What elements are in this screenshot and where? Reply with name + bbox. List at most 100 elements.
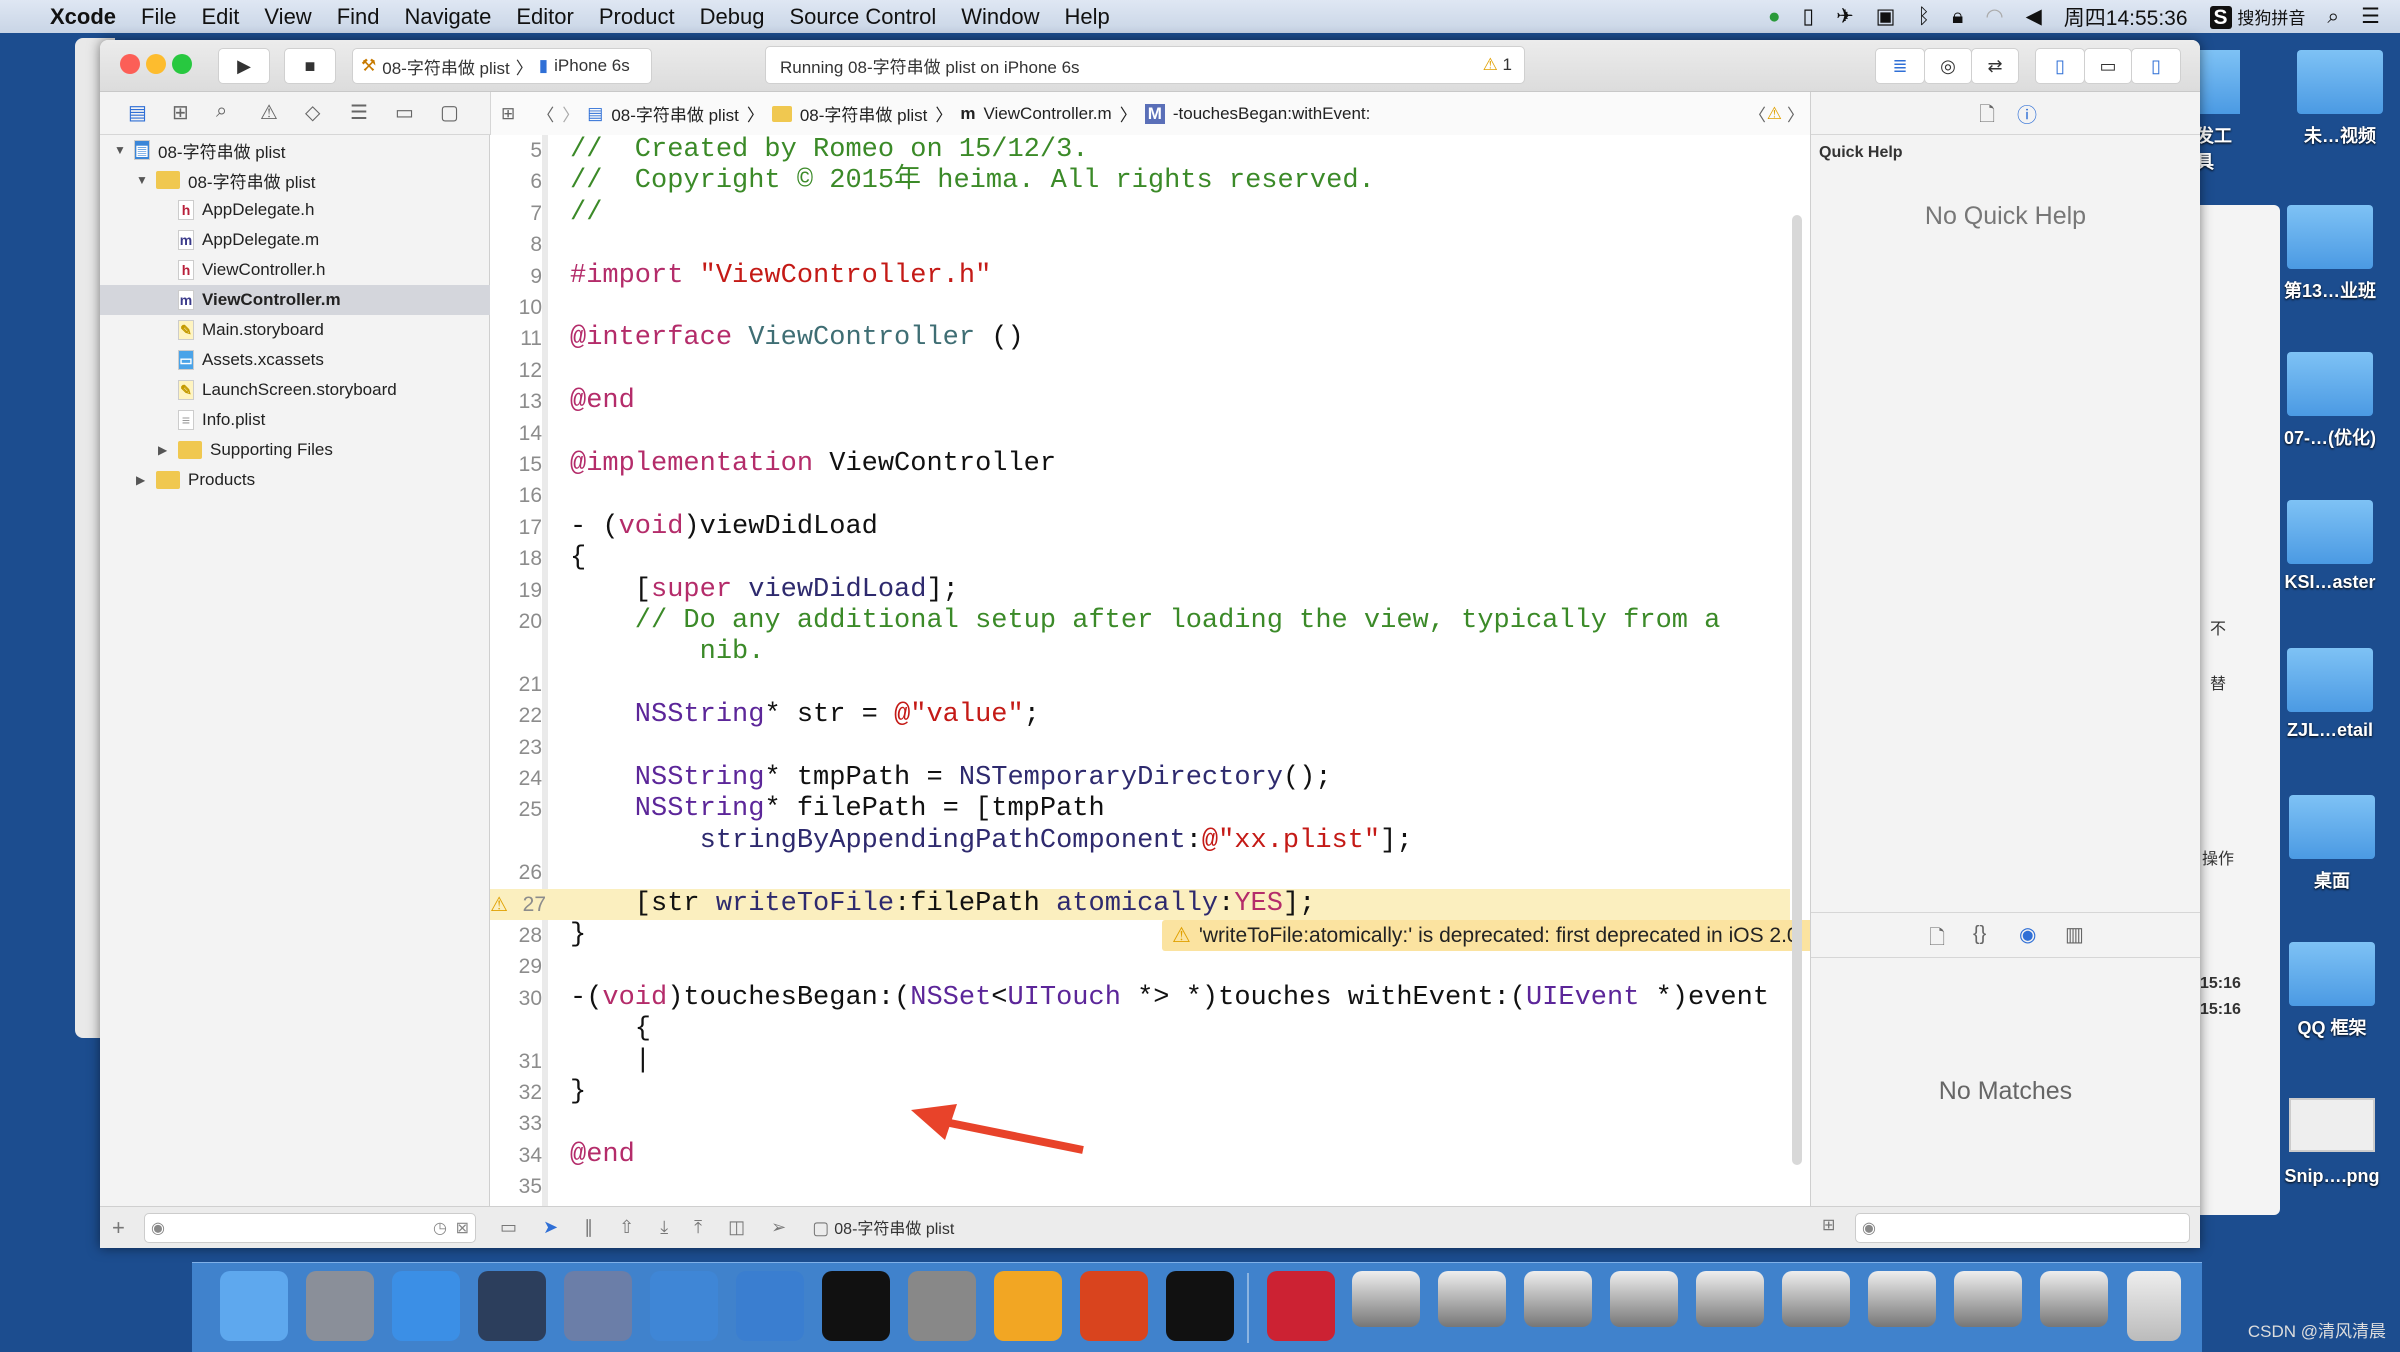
jump-bar-item[interactable]: ViewController.m: [984, 104, 1112, 124]
forward-button[interactable]: 〉: [562, 101, 579, 126]
navigator-item[interactable]: m ViewController.m: [100, 285, 490, 315]
navigator-item[interactable]: ▶ Products: [100, 465, 490, 495]
navigator-item[interactable]: ✎ Main.storyboard: [100, 315, 490, 345]
minimized-window-dock-icon[interactable]: [1438, 1271, 1506, 1327]
safari-dock-icon[interactable]: [392, 1271, 460, 1341]
trash-dock-icon[interactable]: [2127, 1271, 2181, 1341]
code-line[interactable]: 34 @end: [490, 1140, 1790, 1171]
previous-issue-button[interactable]: 〈: [1749, 101, 1766, 126]
code-line[interactable]: 31 |: [490, 1046, 1790, 1077]
file-template-library-icon[interactable]: 🗋︎: [1929, 923, 1945, 957]
code-line[interactable]: 25 NSString* filePath = [tmpPath: [490, 794, 1790, 825]
toggle-utilities-button[interactable]: ▯: [2131, 48, 2181, 84]
hide-debug-area-icon[interactable]: ▭: [500, 1217, 517, 1238]
desktop-item[interactable]: 未…视频: [2280, 50, 2400, 148]
close-button[interactable]: [120, 54, 140, 74]
bluetooth-icon[interactable]: ᛒ: [1918, 5, 1931, 29]
test-navigator-icon[interactable]: ◇: [305, 100, 320, 125]
code-line[interactable]: 9 #import "ViewController.h": [490, 261, 1790, 292]
desktop-item[interactable]: ZJL…etail: [2270, 648, 2390, 741]
minimize-button[interactable]: [146, 54, 166, 74]
battery-icon[interactable]: ▯: [1803, 4, 1815, 29]
code-line[interactable]: 28}: [490, 920, 1790, 951]
code-line[interactable]: nib.: [490, 637, 1790, 668]
recent-files-icon[interactable]: ◷: [433, 1218, 447, 1238]
step-into-icon[interactable]: ⤓: [660, 1217, 668, 1238]
version-editor-button[interactable]: ⇄: [1971, 48, 2019, 84]
object-library-icon[interactable]: ◉: [2019, 922, 2036, 947]
warning-icon[interactable]: ⚠: [1767, 104, 1782, 124]
launchpad-dock-icon[interactable]: [306, 1271, 374, 1341]
code-line[interactable]: 15 @implementation ViewController: [490, 449, 1790, 480]
navigator-item[interactable]: ✎ LaunchScreen.storyboard: [100, 375, 490, 405]
code-line[interactable]: 11 @interface ViewController (): [490, 323, 1790, 354]
back-button[interactable]: 〈: [537, 101, 554, 126]
disclosure-triangle-icon[interactable]: ▶: [136, 473, 148, 487]
jump-bar-item[interactable]: -touchesBegan:withEvent:: [1173, 104, 1371, 124]
report-navigator-icon[interactable]: ▢: [440, 100, 459, 125]
code-line[interactable]: 16: [490, 480, 1790, 511]
toggle-debug-area-button[interactable]: ▭: [2084, 48, 2132, 84]
menu-app[interactable]: Xcode: [50, 4, 116, 30]
scm-status-icon[interactable]: ⊠: [456, 1218, 469, 1238]
menu-debug[interactable]: Debug: [700, 4, 765, 30]
menu-product[interactable]: Product: [599, 4, 675, 30]
instruments-dock-icon[interactable]: [736, 1271, 804, 1341]
code-line[interactable]: 10: [490, 292, 1790, 323]
navigator-item[interactable]: ▼ ▤ 08-字符串做 plist: [100, 135, 490, 165]
navigator-item[interactable]: m AppDelegate.m: [100, 225, 490, 255]
stop-button[interactable]: ■: [284, 48, 336, 84]
disclosure-triangle-icon[interactable]: ▶: [158, 443, 170, 457]
screen-record-icon[interactable]: ▣: [1876, 4, 1896, 29]
navigator-item[interactable]: ≡ Info.plist: [100, 405, 490, 435]
debug-navigator-icon[interactable]: ☰: [350, 100, 368, 125]
vertical-scrollbar[interactable]: [1792, 215, 1802, 1165]
add-file-button[interactable]: +: [112, 1215, 125, 1241]
pause-icon[interactable]: ∥: [584, 1217, 593, 1238]
navigator-item[interactable]: h AppDelegate.h: [100, 195, 490, 225]
scheme-selector[interactable]: ⚒ 08-字符串做 plist 〉 ▮ iPhone 6s: [352, 48, 652, 84]
menu-editor[interactable]: Editor: [516, 4, 573, 30]
assistant-editor-button[interactable]: ◎: [1924, 48, 1972, 84]
desktop-item[interactable]: 07-…(优化): [2270, 352, 2390, 450]
disclosure-triangle-icon[interactable]: ▼: [136, 173, 148, 187]
menu-navigate[interactable]: Navigate: [405, 4, 492, 30]
jump-bar-item[interactable]: 08-字符串做 plist: [800, 101, 928, 126]
media-library-icon[interactable]: ▥: [2065, 922, 2084, 947]
powerpoint-like-dock-icon[interactable]: [1080, 1271, 1148, 1341]
breakpoint-navigator-icon[interactable]: ▭: [395, 100, 414, 125]
media-player-dock-icon[interactable]: [1267, 1271, 1335, 1341]
terminal-dock-icon[interactable]: [822, 1271, 890, 1341]
code-line[interactable]: {: [490, 1014, 1790, 1045]
warning-indicator[interactable]: ⚠ 1: [1483, 55, 1512, 75]
view-debugger-icon[interactable]: ◫: [728, 1217, 745, 1238]
minimized-window-dock-icon[interactable]: [1782, 1271, 1850, 1327]
finder-dock-icon[interactable]: [220, 1271, 288, 1341]
symbol-navigator-icon[interactable]: ⊞: [172, 100, 189, 125]
code-line[interactable]: 6 // Copyright © 2015年 heima. All rights …: [490, 166, 1790, 197]
desktop-item[interactable]: 第13…业班: [2270, 205, 2390, 303]
code-line[interactable]: 35: [490, 1171, 1790, 1202]
code-line[interactable]: 23: [490, 732, 1790, 763]
step-out-icon[interactable]: ⤒: [694, 1217, 702, 1238]
mouse-app-dock-icon[interactable]: [478, 1271, 546, 1341]
code-line[interactable]: 19 [super viewDidLoad];: [490, 575, 1790, 606]
step-over-icon[interactable]: ⇧: [619, 1217, 634, 1238]
disclosure-triangle-icon[interactable]: ▼: [114, 143, 126, 157]
warning-gutter-icon[interactable]: ⚠: [490, 889, 508, 920]
menu-view[interactable]: View: [264, 4, 311, 30]
navigator-item[interactable]: ▼ 08-字符串做 plist: [100, 165, 490, 195]
next-issue-button[interactable]: 〉: [1787, 101, 1804, 126]
library-grid-icon[interactable]: ⊞: [1822, 1215, 1835, 1235]
file-inspector-icon[interactable]: 🗋︎: [1979, 100, 1995, 134]
code-line[interactable]: 26: [490, 857, 1790, 888]
status-app-icon[interactable]: ●: [1768, 5, 1781, 29]
project-navigator-icon[interactable]: ▤: [128, 100, 147, 125]
standard-editor-button[interactable]: ≣: [1875, 48, 1925, 84]
xcode-dock-icon[interactable]: [650, 1271, 718, 1341]
toggle-navigator-button[interactable]: ▯: [2035, 48, 2085, 84]
code-line[interactable]: 27 ⚠ [str writeToFile:filePath atomically…: [490, 888, 1790, 920]
minimized-window-dock-icon[interactable]: [2040, 1271, 2108, 1327]
code-line[interactable]: 32}: [490, 1077, 1790, 1108]
code-line[interactable]: 22 NSString* str = @"value";: [490, 700, 1790, 731]
